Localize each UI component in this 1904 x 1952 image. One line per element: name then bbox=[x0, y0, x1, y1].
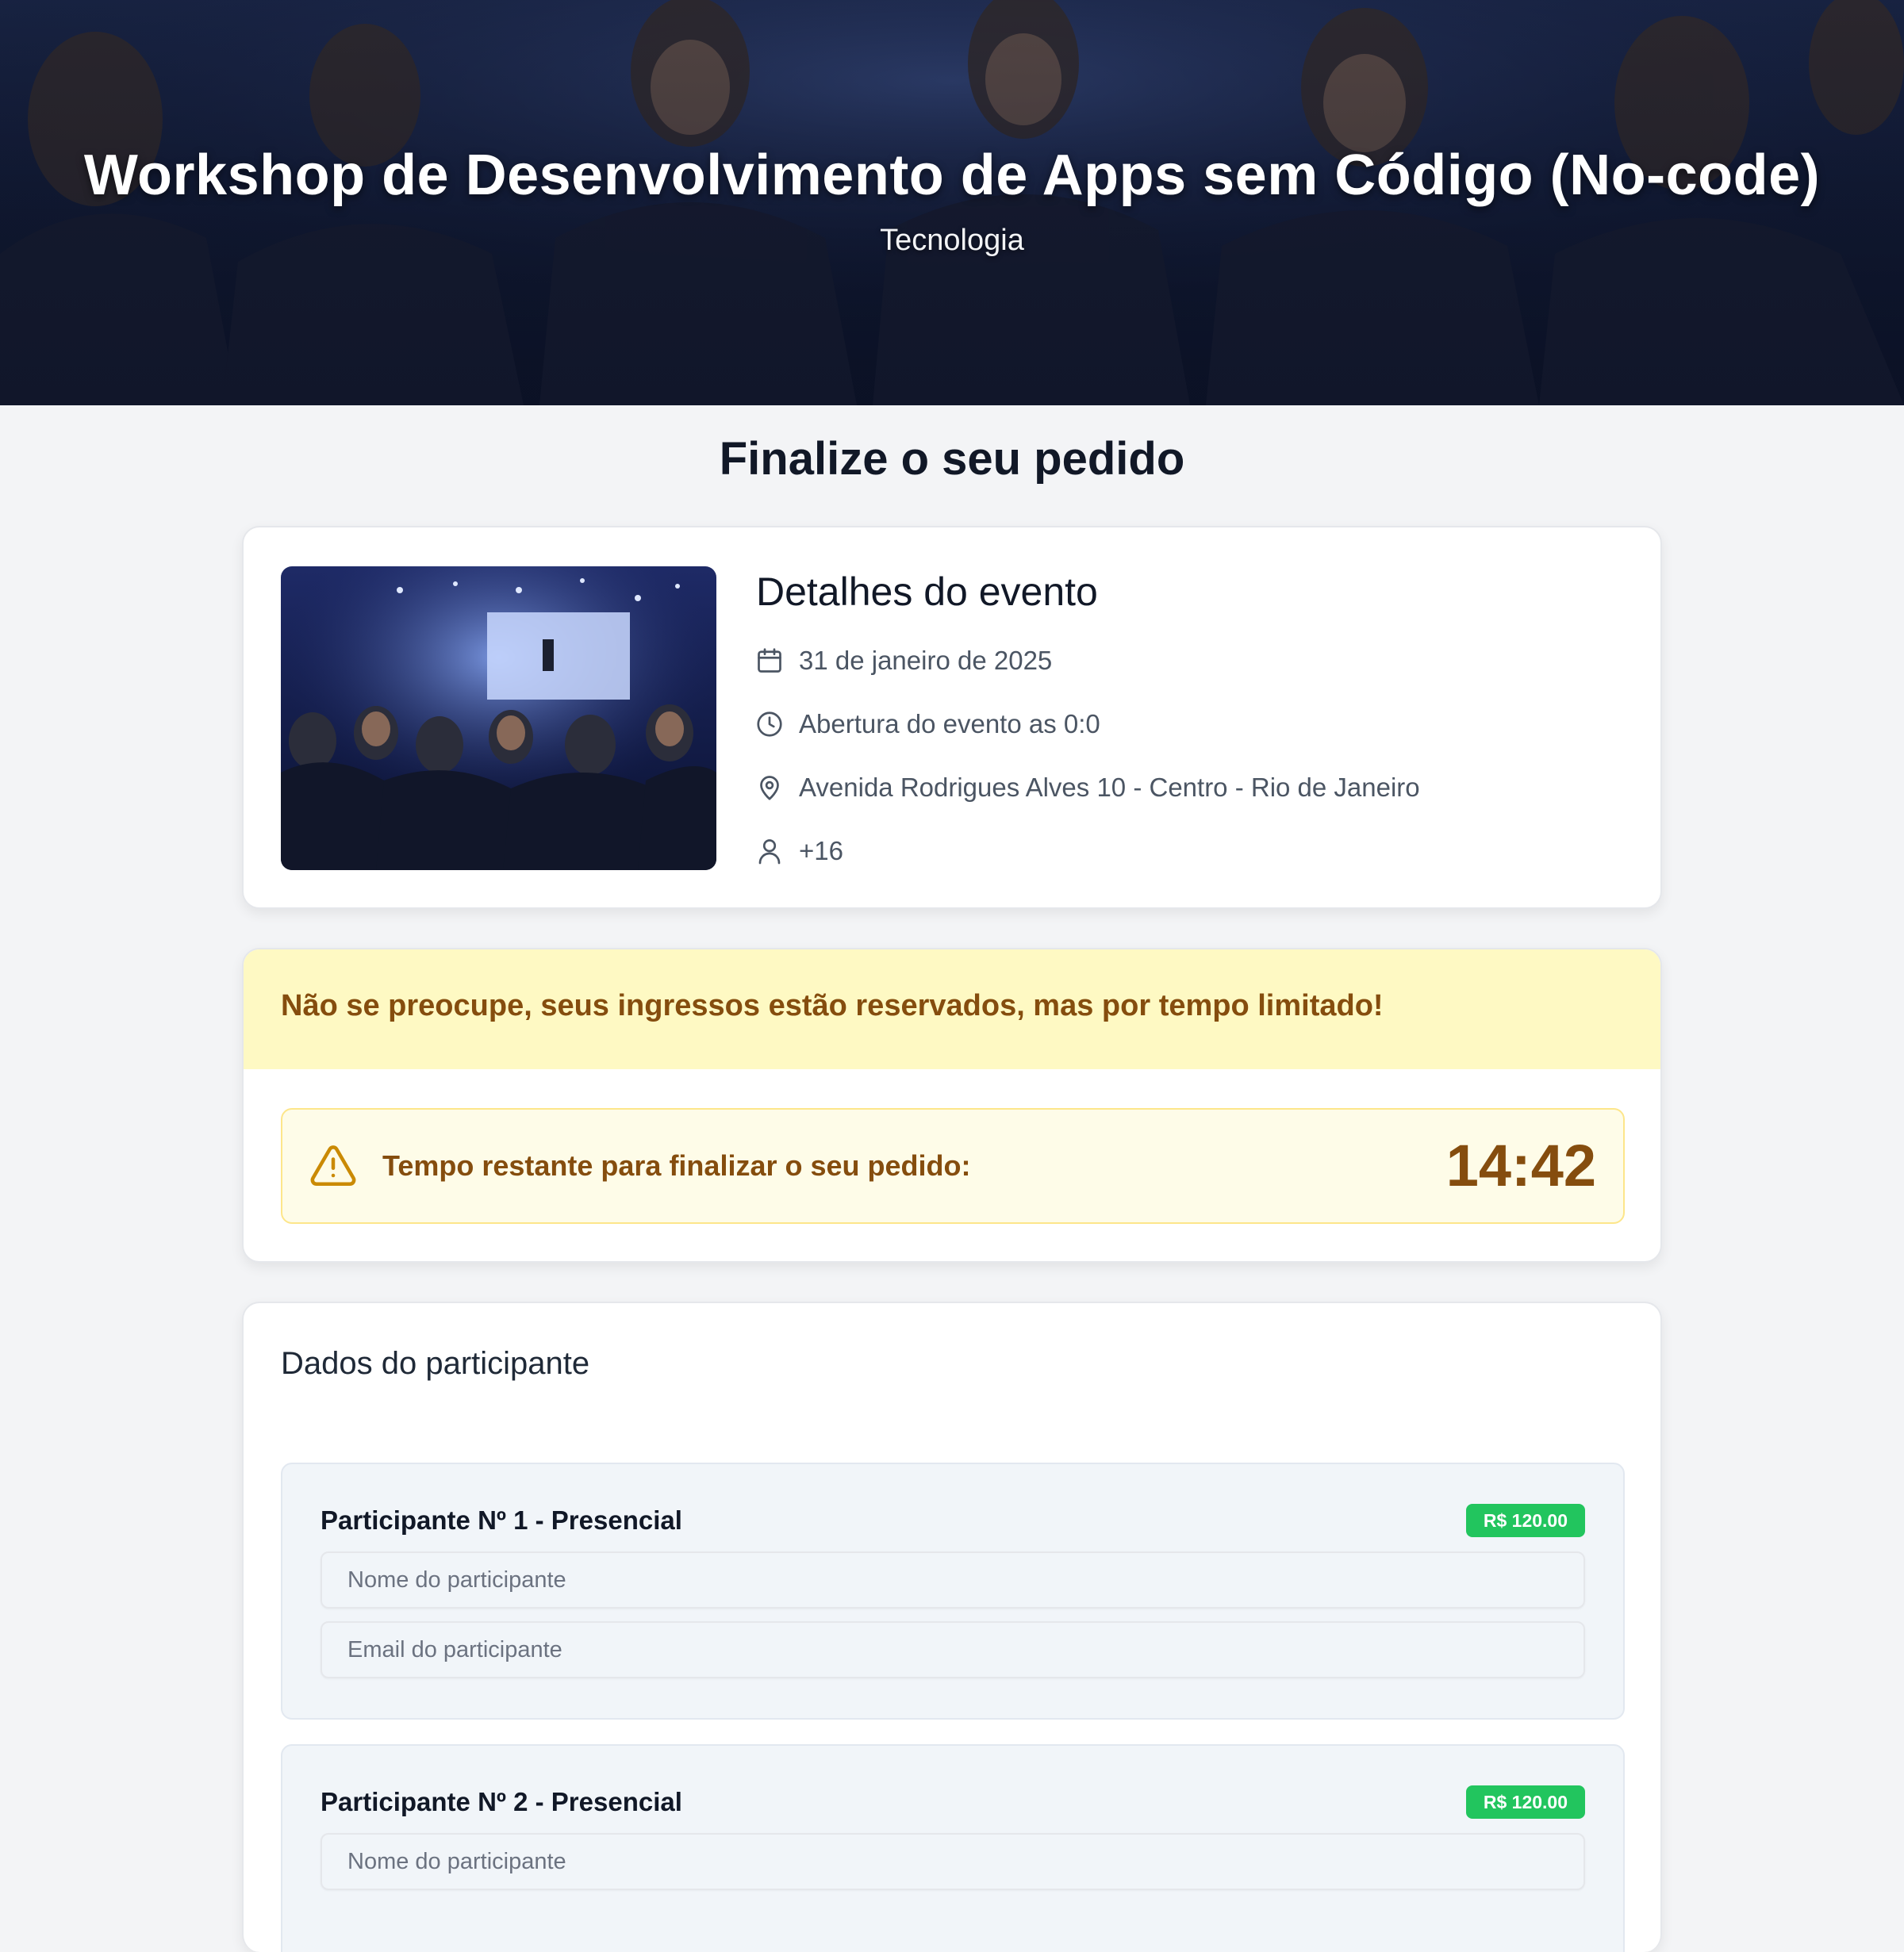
hero-banner: Workshop de Desenvolvimento de Apps sem … bbox=[0, 0, 1904, 405]
participant-email-input[interactable] bbox=[321, 1621, 1585, 1678]
participant-name-input[interactable] bbox=[321, 1833, 1585, 1890]
reservation-banner: Não se preocupe, seus ingressos estão re… bbox=[244, 949, 1660, 1069]
participant-form-2: Participante Nº 2 - Presencial R$ 120.00 bbox=[281, 1744, 1625, 1952]
event-category: Tecnologia bbox=[880, 224, 1024, 257]
map-pin-icon bbox=[754, 773, 785, 803]
calendar-icon bbox=[754, 646, 785, 676]
participant-title: Participante Nº 1 - Presencial bbox=[321, 1505, 682, 1535]
event-opening-row: Abertura do evento as 0:0 bbox=[754, 707, 1100, 742]
countdown-label: Tempo restante para finalizar o seu pedi… bbox=[382, 1149, 971, 1182]
user-icon bbox=[754, 836, 785, 866]
participant-title: Participante Nº 2 - Presencial bbox=[321, 1787, 682, 1816]
clock-icon bbox=[754, 709, 785, 739]
participant-data-card: Dados do participante Participante Nº 1 … bbox=[242, 1302, 1662, 1952]
warning-icon bbox=[310, 1145, 356, 1186]
event-age-row: +16 bbox=[754, 834, 843, 869]
reservation-message: Não se preocupe, seus ingressos estão re… bbox=[281, 989, 1384, 1022]
event-opening-time: Abertura do evento as 0:0 bbox=[799, 709, 1100, 738]
countdown-box: Tempo restante para finalizar o seu pedi… bbox=[281, 1108, 1625, 1224]
event-image bbox=[281, 566, 716, 870]
participant-form-1: Participante Nº 1 - Presencial R$ 120.00 bbox=[281, 1463, 1625, 1720]
event-age-rating: +16 bbox=[799, 836, 843, 865]
reservation-card: Não se preocupe, seus ingressos estão re… bbox=[242, 948, 1662, 1263]
price-badge: R$ 120.00 bbox=[1465, 1785, 1585, 1819]
event-title: Workshop de Desenvolvimento de Apps sem … bbox=[83, 144, 1821, 207]
event-details-title: Detalhes do evento bbox=[756, 569, 1098, 614]
event-address: Avenida Rodrigues Alves 10 - Centro - Ri… bbox=[799, 773, 1420, 802]
page-title: Finalize o seu pedido bbox=[719, 433, 1185, 485]
event-date: 31 de janeiro de 2025 bbox=[799, 646, 1053, 675]
participant-section-title: Dados do participante bbox=[281, 1346, 590, 1381]
participant-name-input[interactable] bbox=[321, 1551, 1585, 1609]
price-badge: R$ 120.00 bbox=[1465, 1504, 1585, 1537]
countdown-timer: 14:42 bbox=[1445, 1133, 1596, 1198]
event-address-row: Avenida Rodrigues Alves 10 - Centro - Ri… bbox=[754, 770, 1420, 805]
event-date-row: 31 de janeiro de 2025 bbox=[754, 643, 1052, 678]
